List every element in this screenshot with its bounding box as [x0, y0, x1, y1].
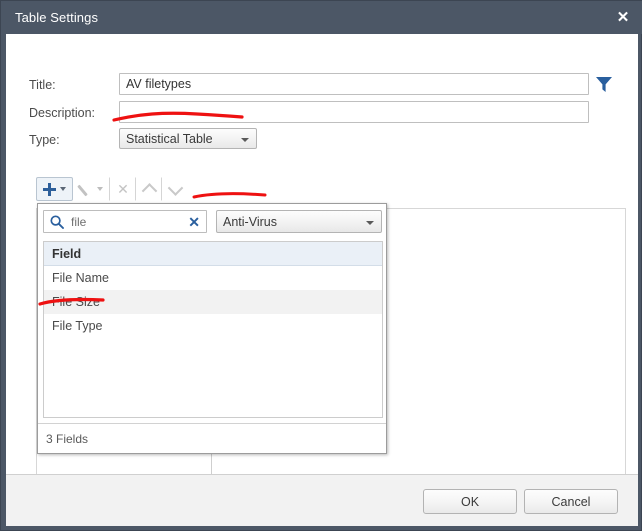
list-item[interactable]: File Type — [44, 314, 382, 338]
search-icon — [50, 215, 64, 229]
edit-field-button[interactable] — [73, 177, 110, 201]
type-label: Type: — [29, 133, 60, 147]
ok-button[interactable]: OK — [423, 489, 517, 514]
chevron-down-icon — [241, 138, 249, 142]
cancel-button[interactable]: Cancel — [524, 489, 618, 514]
source-select[interactable]: Anti-Virus — [216, 210, 382, 233]
field-list: Field File Name File Size File Type — [43, 241, 383, 418]
search-input-value: file — [71, 215, 87, 229]
field-picker-toolbar: file ✕ Anti-Virus — [38, 204, 386, 240]
description-input[interactable] — [119, 101, 589, 123]
list-item[interactable]: File Name — [44, 266, 382, 290]
move-up-button[interactable] — [136, 177, 162, 201]
title-input[interactable] — [119, 73, 589, 95]
search-input[interactable]: file ✕ — [43, 210, 207, 233]
dialog-title: Table Settings — [15, 10, 99, 25]
table-settings-dialog: Table Settings ✕ Title: Description: Typ… — [0, 0, 642, 531]
close-x-icon: ✕ — [117, 181, 129, 197]
list-item[interactable]: File Size — [44, 290, 382, 314]
plus-icon — [43, 182, 56, 196]
dialog-footer: OK Cancel — [6, 474, 638, 526]
field-list-header: Field — [44, 242, 382, 266]
move-down-button[interactable] — [162, 177, 188, 201]
type-select[interactable]: Statistical Table — [119, 128, 257, 149]
type-select-value: Statistical Table — [126, 132, 213, 146]
add-field-button[interactable] — [36, 177, 73, 201]
field-picker-popup: file ✕ Anti-Virus Field File Name File S… — [37, 203, 387, 454]
chevron-down-icon — [366, 221, 374, 225]
close-icon[interactable]: ✕ — [613, 8, 633, 28]
clear-search-icon[interactable]: ✕ — [188, 213, 200, 232]
dialog-titlebar: Table Settings ✕ — [1, 1, 642, 34]
description-label: Description: — [29, 106, 95, 120]
chevron-down-icon — [60, 187, 66, 191]
chevron-down-icon — [97, 187, 103, 191]
field-toolbar: ✕ — [36, 177, 188, 201]
field-count-status: 3 Fields — [38, 423, 386, 453]
chevron-up-icon — [141, 182, 157, 199]
dialog-body: Title: Description: Type: Statistical Ta… — [6, 34, 638, 492]
delete-field-button[interactable]: ✕ — [110, 177, 136, 201]
chevron-down-icon — [167, 179, 184, 196]
filter-icon[interactable] — [596, 77, 612, 92]
pencil-icon — [80, 183, 93, 196]
source-select-value: Anti-Virus — [223, 215, 277, 229]
title-label: Title: — [29, 78, 56, 92]
